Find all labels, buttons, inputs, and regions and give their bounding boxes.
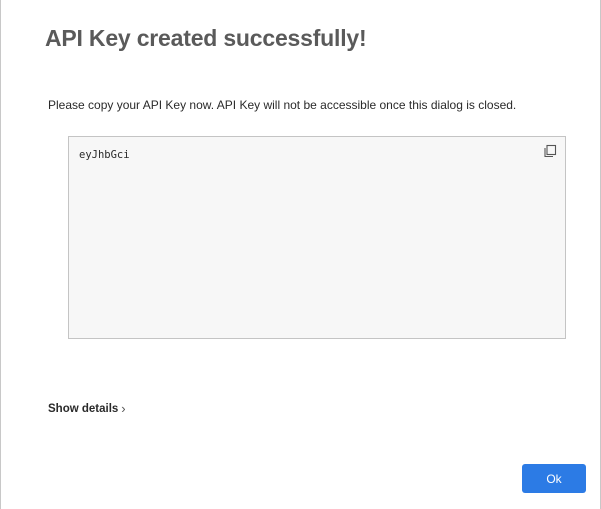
- dialog-title: API Key created successfully!: [45, 25, 367, 51]
- show-details-toggle[interactable]: Show details ›: [48, 402, 126, 415]
- dialog-message: Please copy your API Key now. API Key wi…: [48, 98, 517, 112]
- api-key-value[interactable]: eyJhbGci: [79, 149, 130, 161]
- copy-icon[interactable]: [543, 144, 557, 158]
- api-key-textarea[interactable]: eyJhbGci: [68, 136, 566, 339]
- ok-button[interactable]: Ok: [522, 464, 586, 493]
- api-key-dialog: API Key created successfully! Please cop…: [0, 0, 601, 509]
- show-details-label: Show details: [48, 402, 119, 415]
- chevron-right-icon: ›: [121, 401, 126, 416]
